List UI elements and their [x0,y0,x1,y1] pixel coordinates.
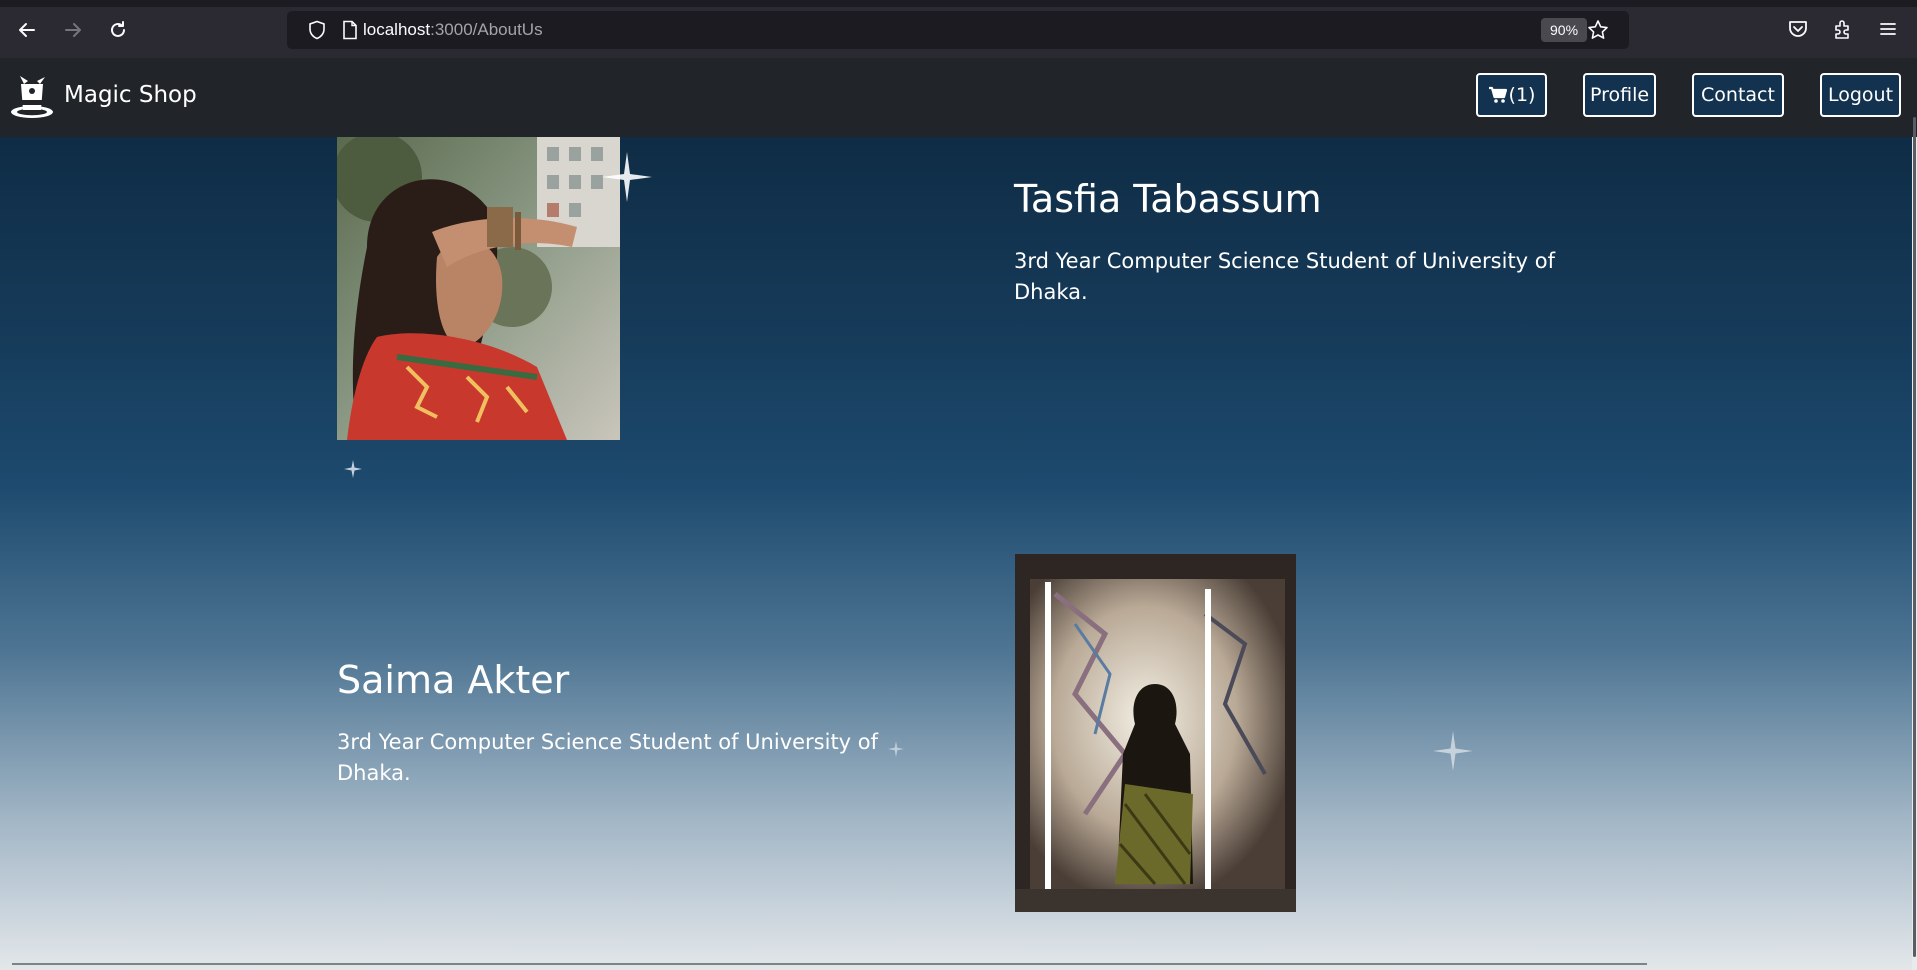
profile-button[interactable]: Profile [1583,73,1656,117]
scrollbar-thumb[interactable] [1913,117,1916,957]
url-path: :3000/AboutUs [430,20,543,39]
bookmark-star-icon[interactable] [1587,19,1609,41]
sparkle-icon [888,741,904,757]
page-icon[interactable] [341,20,359,40]
about-us-section: Tasfia Tabassum 3rd Year Computer Scienc… [0,137,1912,970]
contact-button[interactable]: Contact [1692,73,1784,117]
back-arrow-icon[interactable] [12,15,42,45]
shield-icon[interactable] [307,20,327,40]
page-scrollbar[interactable] [1912,117,1917,970]
pocket-icon[interactable] [1785,16,1811,42]
extensions-icon[interactable] [1830,16,1856,42]
menu-icon[interactable] [1875,16,1901,42]
browser-toolbar: localhost:3000/AboutUs 90% [0,0,1917,58]
brand-name[interactable]: Magic Shop [64,82,197,108]
cart-count: (1) [1508,84,1536,106]
magic-hat-icon[interactable] [8,72,56,120]
logout-button[interactable]: Logout [1820,73,1901,117]
sparkle-icon [344,460,362,478]
url-host: localhost [363,20,431,39]
forward-arrow-icon[interactable] [58,15,88,45]
sparkle-icon [602,152,652,202]
reload-icon[interactable] [103,15,133,45]
site-navbar: Magic Shop (1) Profile Contact Logout [0,58,1917,137]
member-name: Tasfia Tabassum [1014,177,1322,221]
member-description: 3rd Year Computer Science Student of Uni… [337,730,879,785]
cart-button[interactable]: (1) [1476,73,1547,117]
url-text[interactable]: localhost:3000/AboutUs [363,20,543,40]
url-bar[interactable]: localhost:3000/AboutUs 90% [287,11,1629,49]
member-name: Saima Akter [337,658,570,702]
member-photo [337,137,620,440]
sparkle-icon [1433,731,1473,771]
member-photo [1015,554,1296,912]
cart-icon [1488,86,1507,103]
member-description: 3rd Year Computer Science Student of Uni… [1014,249,1556,304]
tab-strip [0,0,1917,7]
zoom-level-badge[interactable]: 90% [1541,18,1588,42]
divider [12,963,1647,965]
